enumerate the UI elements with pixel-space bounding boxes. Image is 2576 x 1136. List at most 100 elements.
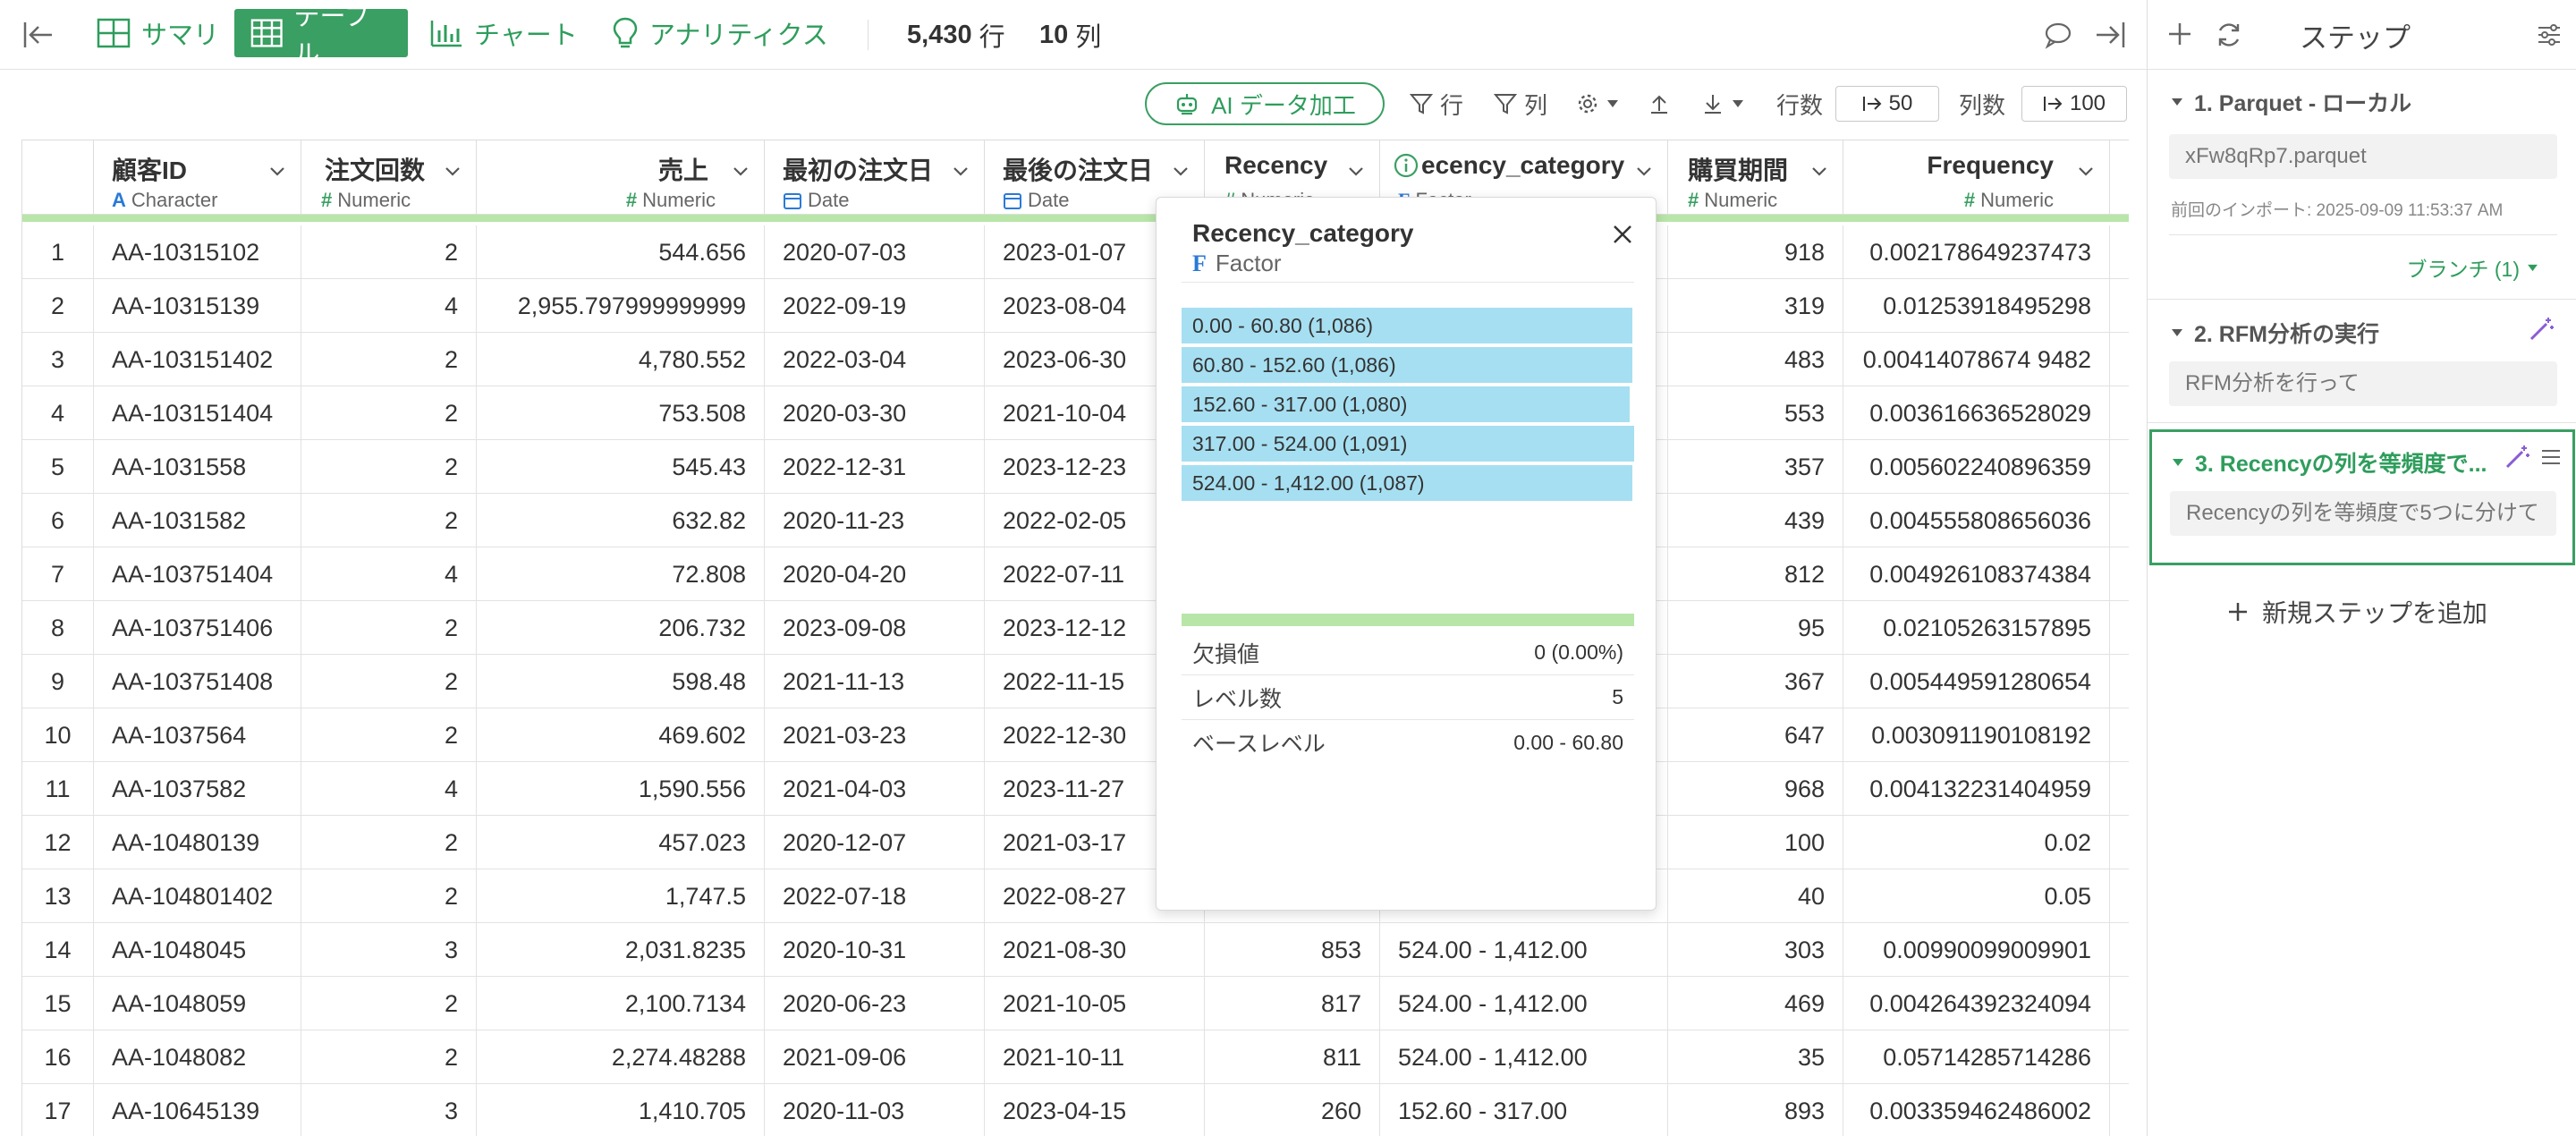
factor-level-bar[interactable]: 60.80 - 152.60 (1,086) [1182,347,1632,383]
table-row[interactable]: 10 AA-1037564 2 469.602 2021-03-23 2022-12-30… [22,708,2129,762]
filter-columns-button[interactable]: 列 [1494,82,1547,125]
collapse-right-icon[interactable] [2093,0,2129,70]
branch-dropdown[interactable]: ブランチ (1) [2407,252,2539,283]
chevron-down-icon[interactable] [2075,160,2097,182]
table-cell: 4 [301,762,477,816]
step-divider [2148,299,2576,300]
table-row[interactable]: 6 AA-1031582 2 632.82 2020-11-23 2022-02-05 43… [22,494,2129,547]
column-type: # Numeric [1964,189,2054,212]
table-cell: AA-103751404 [94,547,301,601]
tab-table[interactable]: テーブル [234,3,408,69]
table-cell: 2,274.48288 [477,1030,765,1084]
table-cell: 2020-03-30 [765,386,985,440]
factor-level-bar[interactable]: 152.60 - 317.00 (1,080) [1182,386,1630,422]
download-dropdown[interactable] [1701,82,1744,125]
table-row[interactable]: 13 AA-104801402 2 1,747.5 2022-07-18 2022-08-… [22,869,2129,923]
date-icon [784,193,801,209]
factor-level-bar[interactable]: 317.00 - 524.00 (1,091) [1182,426,1634,462]
magic-wand-icon[interactable] [2527,315,2555,343]
close-icon[interactable] [1611,223,1634,246]
rows-limit-input[interactable]: 50 [1835,86,1939,122]
caret-down-icon[interactable] [2172,458,2184,467]
plus-icon[interactable] [2165,20,2194,48]
column-header[interactable]: Frequency # Numeric [1843,140,2110,216]
collapse-left-icon[interactable] [20,0,55,70]
table-cell: 439 [1668,494,1843,547]
table-row[interactable]: 9 AA-103751408 2 598.48 2021-11-13 2022-11-15… [22,655,2129,708]
comment-icon[interactable] [2043,0,2073,70]
caret-down-icon[interactable] [2171,97,2183,106]
chevron-down-icon[interactable] [950,160,971,182]
table-cell: 1,410.705 [477,1084,765,1136]
table-row[interactable]: 12 AA-10480139 2 457.023 2020-12-07 2021-03-1… [22,816,2129,869]
row-number: 7 [22,547,94,601]
chevron-down-icon[interactable] [1809,160,1830,182]
settings-dropdown[interactable] [1576,82,1619,125]
step-title-label: 1. Parquet - ローカル [2194,91,2412,116]
step-divider [2148,422,2576,423]
caret-down-icon[interactable] [2171,328,2183,337]
menu-icon[interactable] [2540,446,2562,468]
table-row[interactable]: 17 AA-10645139 3 1,410.705 2020-11-03 2023-04… [22,1084,2129,1136]
column-header[interactable]: 顧客ID A Character [94,140,301,216]
table-row[interactable]: 5 AA-1031558 2 545.43 2022-12-31 2023-12-23 35… [22,440,2129,494]
table-row[interactable]: 11 AA-1037582 4 1,590.556 2021-04-03 2023-11-… [22,762,2129,816]
column-type: # Numeric [626,189,716,212]
table-row[interactable]: 7 AA-103751404 4 72.808 2020-04-20 2022-07-11… [22,547,2129,601]
step-3-title[interactable]: 3. Recencyの列を等頻度で... [2172,446,2487,479]
cols-limit-input[interactable]: 100 [2021,86,2127,122]
table-cell: 2,031.8235 [477,923,765,977]
step-1-import-note: 前回のインポート: 2025-09-09 11:53:37 AM [2171,201,2504,220]
table-cell: 2 [301,869,477,923]
step-title-label: 3. Recencyの列を等頻度で... [2195,452,2487,477]
table-cell: 4,780.552 [477,333,765,386]
factor-level-bar[interactable]: 524.00 - 1,412.00 (1,087) [1182,465,1632,501]
column-name: 顧客ID [112,157,188,184]
sliders-icon[interactable] [2536,21,2563,48]
table-row[interactable]: 8 AA-103751406 2 206.732 2023-09-08 2023-12-1… [22,601,2129,655]
table-cell: 2022-03-04 [765,333,985,386]
chevron-down-icon[interactable] [267,160,288,182]
tab-analytics[interactable]: アナリティクス [596,9,844,57]
ai-data-processing-button[interactable]: AI データ加工 [1145,82,1385,125]
step-3-detail[interactable]: Recencyの列を等頻度で5つに分けて [2170,491,2556,536]
factor-level-bar[interactable]: 0.00 - 60.80 (1,086) [1182,308,1632,343]
step-2-title[interactable]: 2. RFM分析の実行 [2171,317,2379,349]
table-cell: 0.004132231404959 [1843,762,2110,816]
table-row[interactable]: 15 AA-1048059 2 2,100.7134 2020-06-23 2021-10… [22,977,2129,1030]
column-header[interactable]: 購買期間 # Numeric [1668,140,1843,216]
popup-summary-bar [1182,614,1634,626]
upload-icon[interactable] [1648,82,1671,125]
step-1-title[interactable]: 1. Parquet - ローカル [2171,86,2411,118]
tab-summary[interactable]: サマリ [80,9,235,57]
table-row[interactable]: 3 AA-103151402 2 4,780.552 2022-03-04 2023-06… [22,333,2129,386]
step-1-detail[interactable]: xFw8qRp7.parquet [2169,134,2557,179]
magic-wand-icon[interactable] [2503,443,2531,471]
table-cell: AA-1048059 [94,977,301,1030]
tab-chart-label: チャート [474,21,578,50]
column-header[interactable]: 注文回数 # Numeric [301,140,477,216]
chevron-down-icon[interactable] [1345,160,1367,182]
tab-chart[interactable]: チャート [413,9,594,57]
table-row[interactable]: 1 AA-10315102 2 544.656 2020-07-03 2023-01-07… [22,225,2129,279]
refresh-icon[interactable] [2214,20,2244,50]
table-row[interactable]: 16 AA-1048082 2 2,274.48288 2021-09-06 2021-1… [22,1030,2129,1084]
table-cell: AA-1031558 [94,440,301,494]
table-row[interactable]: 2 AA-10315139 4 2,955.797999999999 2022-09-1… [22,279,2129,333]
chevron-down-icon[interactable] [442,160,463,182]
table-row[interactable]: 14 AA-1048045 3 2,031.8235 2020-10-31 2021-08… [22,923,2129,977]
add-step-button[interactable]: 新規ステップを追加 [2226,594,2487,630]
column-header[interactable]: 売上 # Numeric [477,140,765,216]
filter-icon [1410,94,1433,114]
step-3-card[interactable]: 3. Recencyの列を等頻度で... Recencyの列を等頻度で5つに分け… [2149,429,2575,565]
column-header[interactable]: 最初の注文日 Date [765,140,985,216]
step-2-detail[interactable]: RFM分析を行って [2169,361,2557,406]
chevron-down-icon[interactable] [730,160,751,182]
table-cell: 0.005602240896359 [1843,440,2110,494]
chevron-down-icon[interactable] [1633,160,1655,182]
chevron-down-icon[interactable] [1170,160,1191,182]
filter-rows-button[interactable]: 行 [1410,82,1463,125]
table-row[interactable]: 4 AA-103151404 2 753.508 2020-03-30 2021-10-0… [22,386,2129,440]
filter-icon [1494,94,1517,114]
table-cell: 2 [301,225,477,279]
